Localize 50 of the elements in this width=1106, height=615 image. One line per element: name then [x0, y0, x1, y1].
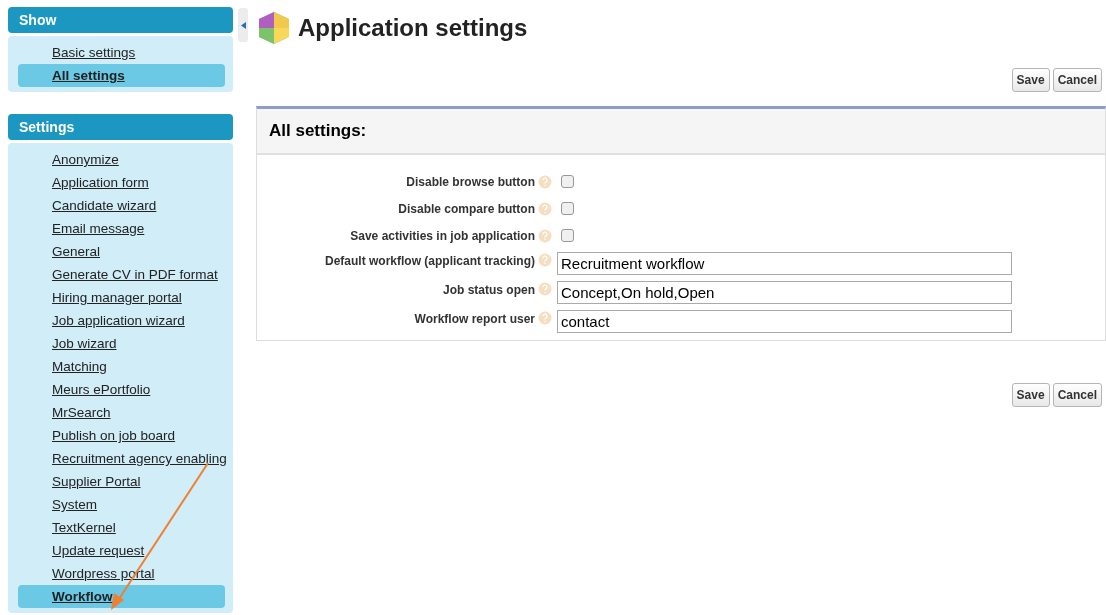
menu-item[interactable]: Update request	[18, 539, 225, 562]
menu-item[interactable]: Job wizard	[18, 332, 225, 355]
page-title: Application settings	[298, 13, 528, 43]
menu-item[interactable]: System	[18, 493, 225, 516]
menu-item[interactable]: Job application wizard	[18, 309, 225, 332]
action-button[interactable]: Save	[1011, 383, 1050, 407]
checkbox[interactable]	[561, 175, 574, 188]
menu-item[interactable]: MrSearch	[18, 401, 225, 424]
menu-item[interactable]: Recruitment agency enabling	[18, 447, 225, 470]
field-label: Disable browse button	[405, 173, 535, 191]
field-label: Workflow report user	[413, 311, 535, 328]
collapse-icon	[240, 21, 246, 29]
cube-icon	[258, 11, 290, 45]
menu-item[interactable]: General	[18, 240, 225, 263]
menu-item[interactable]: Anonymize	[18, 148, 225, 171]
text-field[interactable]: Recruitment workflow	[557, 252, 1012, 275]
text-field[interactable]: contact	[557, 310, 1012, 333]
action-button[interactable]: Save	[1011, 68, 1050, 92]
help-icon[interactable]	[538, 201, 552, 216]
menu-item[interactable]: All settings	[18, 64, 225, 87]
section-header: Show	[8, 7, 233, 33]
section-header: Settings	[8, 114, 233, 140]
field-label: Disable compare button	[397, 200, 535, 218]
menu-item[interactable]: Supplier Portal	[18, 470, 225, 493]
checkbox[interactable]	[561, 229, 574, 242]
menu-item[interactable]: Publish on job board	[18, 424, 225, 447]
menu-item[interactable]: Application form	[18, 171, 225, 194]
field-label: Job status open	[442, 282, 535, 299]
help-icon[interactable]	[538, 174, 552, 189]
menu-item[interactable]: TextKernel	[18, 516, 225, 539]
action-button[interactable]: Cancel	[1052, 383, 1102, 407]
help-icon[interactable]	[538, 282, 552, 296]
help-icon[interactable]	[538, 253, 552, 267]
menu-item[interactable]: Workflow	[18, 585, 225, 608]
action-button[interactable]: Cancel	[1052, 68, 1102, 92]
menu-item[interactable]: Email message	[18, 217, 225, 240]
checkbox[interactable]	[561, 202, 574, 215]
panel-title: All settings:	[269, 120, 367, 143]
text-field[interactable]: Concept,On hold,Open	[557, 281, 1012, 304]
menu-item[interactable]: Candidate wizard	[18, 194, 225, 217]
field-label: Default workflow (applicant tracking)	[323, 253, 535, 270]
menu-item[interactable]: Matching	[18, 355, 225, 378]
help-icon[interactable]	[538, 228, 552, 243]
menu-item[interactable]: Basic settings	[18, 41, 225, 64]
collapse-handle[interactable]	[238, 8, 248, 42]
field-label: Save activities in job application	[349, 227, 535, 245]
menu-item[interactable]: Generate CV in PDF format	[18, 263, 225, 286]
help-icon[interactable]	[538, 311, 552, 325]
menu-item[interactable]: Hiring manager portal	[18, 286, 225, 309]
menu-item[interactable]: Meurs ePortfolio	[18, 378, 225, 401]
